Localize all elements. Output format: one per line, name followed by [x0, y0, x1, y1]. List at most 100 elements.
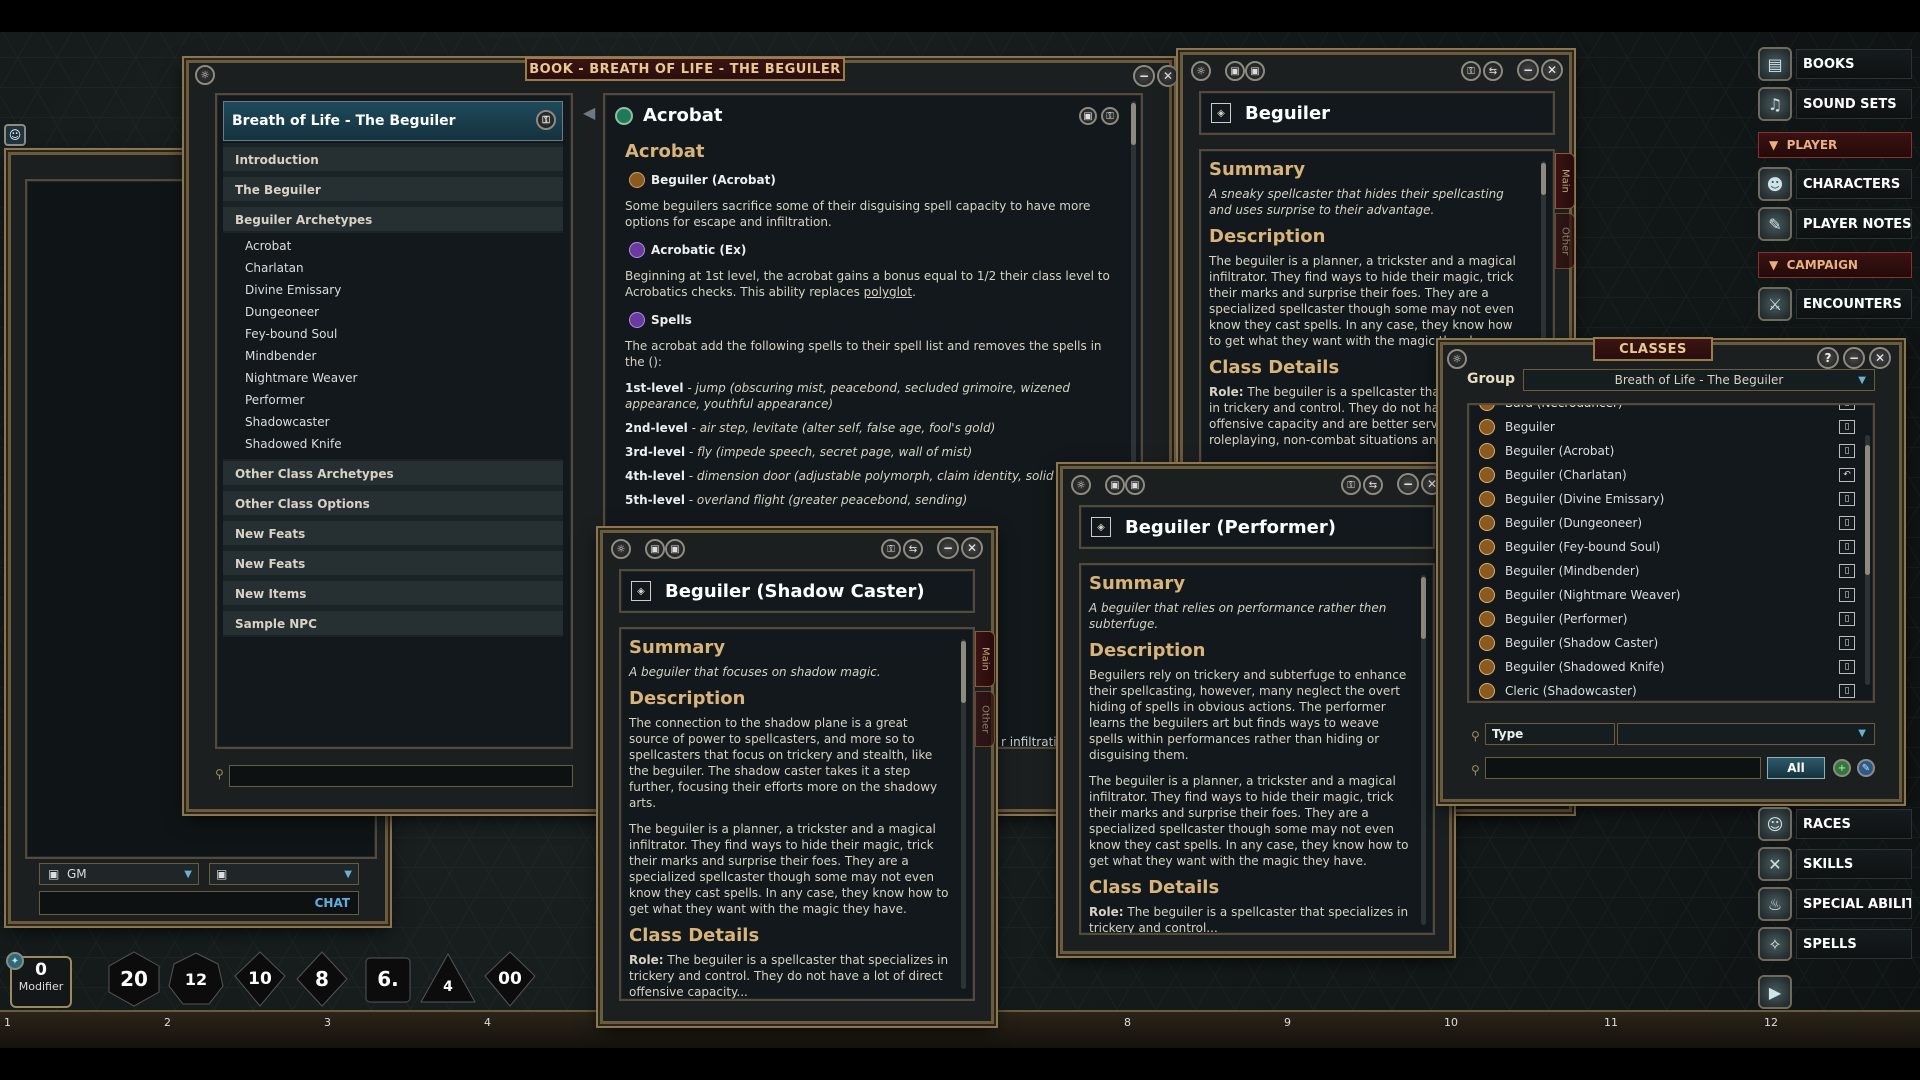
sidebar-books[interactable]: ▤ BOOKS — [1758, 46, 1912, 82]
scrollbar[interactable] — [1421, 575, 1426, 925]
lock-icon[interactable]: ⚿ — [1461, 61, 1481, 81]
d12-die[interactable]: 12 — [166, 950, 226, 1008]
d20-die[interactable]: 20 — [104, 950, 164, 1008]
scrollbar[interactable] — [961, 639, 966, 989]
chat-send-button[interactable]: CHAT — [315, 896, 350, 910]
tab-other[interactable]: Other — [975, 691, 995, 747]
link-acrobatic[interactable]: Acrobatic (Ex) — [651, 243, 746, 257]
copy-icon[interactable]: ▣ — [665, 539, 685, 559]
sidebar-races[interactable]: ☺ RACES — [1758, 806, 1912, 842]
open-record-icon[interactable]: ▯ — [1839, 540, 1855, 554]
toc-archetype[interactable]: Dungeoneer — [245, 301, 319, 323]
classes-search-input[interactable] — [1485, 757, 1761, 779]
copy-icon[interactable]: ▣ — [1225, 61, 1245, 81]
d100-die[interactable]: 00 — [480, 950, 540, 1008]
open-record-icon[interactable]: ▯ — [1839, 420, 1855, 434]
class-list-item[interactable]: Beguiler (Dungeoneer) ▯ — [1469, 511, 1859, 535]
scrollbar[interactable] — [1865, 435, 1870, 685]
tab-main[interactable]: Main — [975, 631, 995, 687]
d4-die[interactable]: 4 — [418, 950, 478, 1008]
class-list-item[interactable]: Beguiler ▯ — [1469, 415, 1859, 439]
close-button[interactable]: ✕ — [961, 537, 983, 559]
copy-icon[interactable]: ▣ — [1125, 475, 1145, 495]
open-record-icon[interactable]: ▯ — [1839, 612, 1855, 626]
d8-die[interactable]: 8 — [292, 950, 352, 1008]
open-record-icon[interactable]: ▯ — [1839, 660, 1855, 674]
class-list-item[interactable]: Beguiler (Mindbender) ▯ — [1469, 559, 1859, 583]
toc-section[interactable]: The Beguiler — [223, 177, 563, 203]
class-list-item[interactable]: Beguiler (Nightmare Weaver) ▯ — [1469, 583, 1859, 607]
book-icon[interactable]: ☼ — [195, 65, 215, 85]
open-record-icon[interactable]: ▯ — [1839, 516, 1855, 530]
share-icon[interactable]: ⇆ — [1483, 61, 1503, 81]
class-list-item[interactable]: Beguiler (Charlatan) ↶ — [1469, 463, 1859, 487]
close-button[interactable]: ✕ — [1869, 347, 1891, 369]
share-icon[interactable]: ⇆ — [903, 539, 923, 559]
gear-icon[interactable]: ✦ — [6, 952, 24, 970]
filter-all-button[interactable]: All — [1767, 757, 1825, 779]
open-record-icon[interactable]: ↶ — [1839, 468, 1855, 482]
toc-archetype[interactable]: Shadowcaster — [245, 411, 330, 433]
copy-icon[interactable]: ▣ — [1245, 61, 1265, 81]
class-list-item[interactable]: Beguiler (Performer) ▯ — [1469, 607, 1859, 631]
copy-icon[interactable]: ▣ — [645, 539, 665, 559]
link-polyglot[interactable]: polyglot — [864, 285, 912, 299]
toc-title[interactable]: Breath of Life - The Beguiler ⚿ — [223, 101, 563, 141]
copy-icon[interactable]: ▣ — [1105, 475, 1125, 495]
sidebar-play[interactable]: ▶ — [1758, 974, 1798, 1010]
add-icon[interactable]: + — [1833, 759, 1851, 777]
minimize-button[interactable]: − — [937, 537, 959, 559]
close-button[interactable]: ✕ — [1157, 65, 1179, 87]
link-spells[interactable]: Spells — [651, 313, 692, 327]
identity-icon[interactable]: ☺ — [4, 124, 26, 146]
type-filter-select[interactable]: ▼ — [1617, 723, 1875, 745]
sidebar-characters[interactable]: ☻ CHARACTERS — [1758, 166, 1912, 202]
toc-archetype[interactable]: Nightmare Weaver — [245, 367, 357, 389]
book-icon[interactable]: ☼ — [1447, 349, 1467, 369]
language-select[interactable]: ▣ ▼ — [209, 863, 359, 885]
sidebar-spells[interactable]: ✧ SPELLS — [1758, 926, 1912, 962]
sidebar-category-campaign[interactable]: ▼ CAMPAIGN — [1758, 252, 1912, 278]
toc-archetype[interactable]: Acrobat — [245, 235, 291, 257]
toc-section[interactable]: New Feats — [223, 521, 563, 547]
sidebar-skills[interactable]: ✕ SKILLS — [1758, 846, 1912, 882]
sidebar-encounters[interactable]: ⚔ ENCOUNTERS — [1758, 286, 1912, 322]
open-record-icon[interactable]: ▯ — [1839, 444, 1855, 458]
open-record-icon[interactable]: ▯ — [1839, 405, 1855, 410]
minimize-button[interactable]: − — [1843, 347, 1865, 369]
toc-archetype[interactable]: Performer — [245, 389, 304, 411]
d10-die[interactable]: 10 — [230, 950, 290, 1008]
class-list-item[interactable]: Beguiler (Shadowed Knife) ▯ — [1469, 655, 1859, 679]
toc-section[interactable]: New Items — [223, 581, 563, 607]
collapse-arrow-icon[interactable]: ◀ — [583, 103, 595, 122]
minimize-button[interactable]: − — [1517, 59, 1539, 81]
sidebar-sound-sets[interactable]: ♫ SOUND SETS — [1758, 86, 1912, 122]
d6-die[interactable]: 6. — [358, 950, 418, 1008]
book-icon[interactable]: ☼ — [1191, 61, 1211, 81]
lock-icon[interactable]: ⚿ — [1101, 107, 1119, 125]
edit-icon[interactable]: ✎ — [1857, 759, 1875, 777]
sidebar-category-player[interactable]: ▼ PLAYER — [1758, 132, 1912, 158]
minimize-button[interactable]: − — [1397, 473, 1419, 495]
class-list-item[interactable]: Beguiler (Shadow Caster) ▯ — [1469, 631, 1859, 655]
class-list-item[interactable]: Bard (Necrodancer) ▯ — [1469, 405, 1859, 415]
group-select[interactable]: Breath of Life - The Beguiler ▼ — [1523, 369, 1875, 391]
toc-archetype[interactable]: Mindbender — [245, 345, 316, 367]
help-button[interactable]: ? — [1817, 347, 1839, 369]
open-record-icon[interactable]: ▯ — [1839, 492, 1855, 506]
open-record-icon[interactable]: ▯ — [1839, 684, 1855, 698]
class-list-item[interactable]: Beguiler (Acrobat) ▯ — [1469, 439, 1859, 463]
speaker-select[interactable]: ▣ GM ▼ — [39, 863, 199, 885]
class-list-item[interactable]: Beguiler (Fey-bound Soul) ▯ — [1469, 535, 1859, 559]
chat-input[interactable]: CHAT — [39, 891, 359, 915]
toc-section[interactable]: Other Class Options — [223, 491, 563, 517]
book-icon[interactable]: ☼ — [1071, 475, 1091, 495]
open-record-icon[interactable]: ▯ — [1839, 588, 1855, 602]
tab-main[interactable]: Main — [1555, 153, 1575, 209]
share-icon[interactable]: ⇆ — [1363, 475, 1383, 495]
toc-search-input[interactable] — [229, 765, 573, 787]
link-beguiler-acrobat[interactable]: Beguiler (Acrobat) — [651, 173, 776, 187]
toc-archetype[interactable]: Shadowed Knife — [245, 433, 342, 455]
lock-icon[interactable]: ⚿ — [1341, 475, 1361, 495]
lock-icon[interactable]: ⚿ — [881, 539, 901, 559]
